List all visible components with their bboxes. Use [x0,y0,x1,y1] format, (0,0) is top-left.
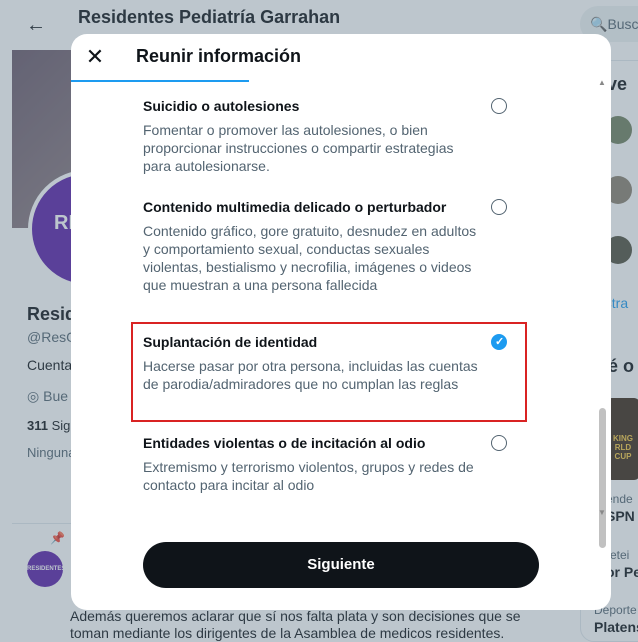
next-button[interactable]: Siguiente [143,542,539,588]
progress-bar [71,80,249,82]
option-sensitive-media[interactable]: Contenido multimedia delicado o perturba… [143,199,483,294]
option-title: Contenido multimedia delicado o perturba… [143,199,447,215]
option-title: Entidades violentas o de incitación al o… [143,435,426,451]
radio-button[interactable] [491,199,507,215]
radio-button[interactable] [491,98,507,114]
scroll-down-icon[interactable]: ▼ [598,508,606,517]
dialog-title: Reunir información [136,46,302,66]
radio-button[interactable] [491,435,507,451]
option-title: Suicidio o autolesiones [143,98,300,114]
option-description: Contenido gráfico, gore gratuito, desnud… [143,223,477,293]
option-violent-entities[interactable]: Entidades violentas o de incitación al o… [143,435,483,494]
close-button[interactable]: ✕ [84,45,106,69]
report-dialog: ✕ Reunir información Suicidio o autolesi… [71,34,611,610]
selection-highlight-box [131,322,527,422]
option-description: Fomentar o promover las autolesiones, o … [143,122,454,174]
dialog-header: ✕ Reunir información [71,34,611,82]
option-description: Extremismo y terrorismo violentos, grupo… [143,459,474,493]
scroll-up-icon[interactable]: ▲ [598,78,606,87]
scrollbar[interactable]: ▲ ▼ [596,78,608,548]
option-suicide[interactable]: Suicidio o autolesiones Fomentar o promo… [143,98,483,175]
scrollbar-thumb[interactable] [599,408,606,548]
